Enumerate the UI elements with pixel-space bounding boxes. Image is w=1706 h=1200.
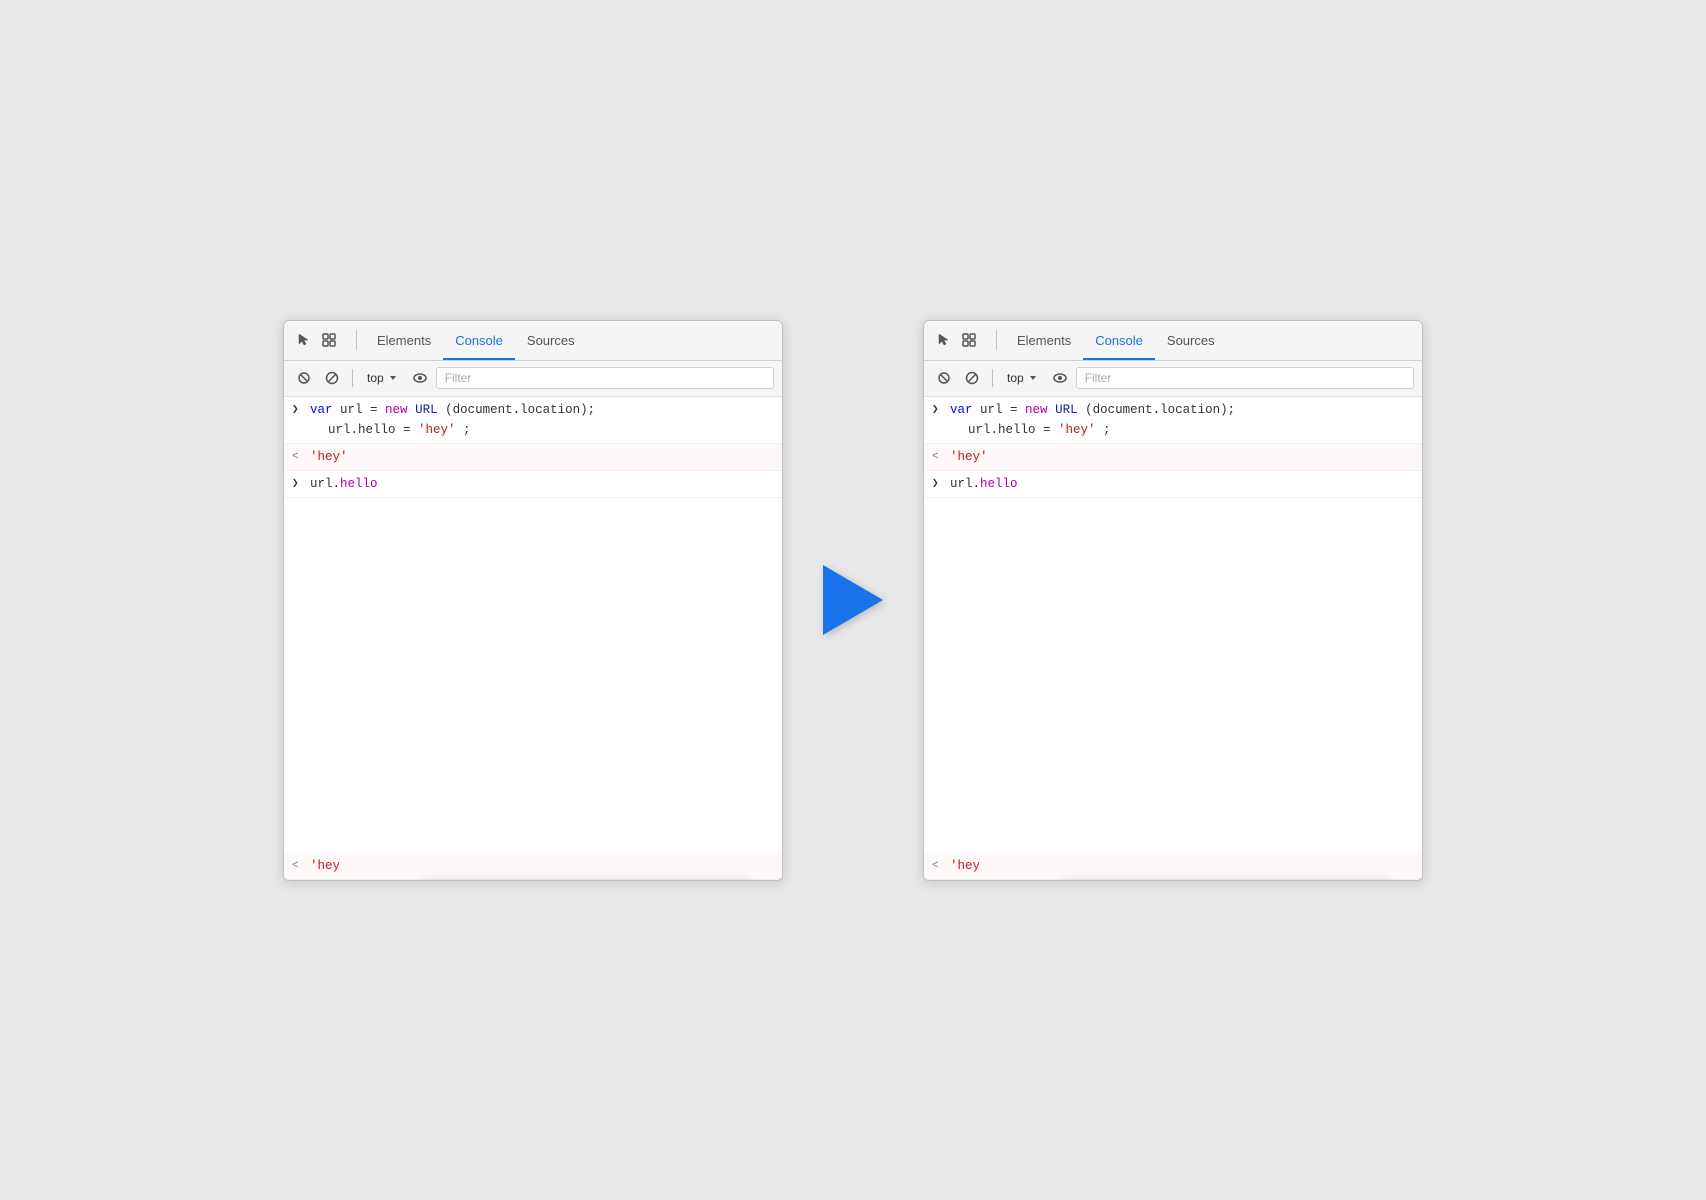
arrow-left-r2: < (932, 858, 944, 876)
console-line-r2: < 'hey' (924, 444, 1422, 471)
code-4: 'hey (310, 856, 774, 876)
console-line-1: ❯ var url = new URL (document.location);… (284, 397, 782, 444)
code-r1: var url = new URL (document.location); u… (950, 400, 1414, 440)
code-r2: 'hey' (950, 447, 1414, 467)
code-r3: url.hello (950, 474, 1414, 494)
arrow-right-r1: ❯ (932, 402, 944, 420)
clear-console-btn[interactable] (292, 366, 316, 390)
cursor-icon-right[interactable] (932, 329, 954, 351)
toolbar-divider-right (992, 369, 993, 387)
right-devtools-panel: Elements Console Sources (923, 320, 1423, 881)
block-icon-left[interactable] (320, 366, 344, 390)
block-icon-right[interactable] (960, 366, 984, 390)
arrow-left-r1: < (932, 449, 944, 467)
clear-console-btn-right[interactable] (932, 366, 956, 390)
console-line-3: ❯ url.hello (284, 471, 782, 498)
toolbar-divider-left (352, 369, 353, 387)
code-r4: 'hey (950, 856, 1414, 876)
tab-console-left[interactable]: Console (443, 320, 515, 360)
console-line-r4: < 'hey (924, 853, 1422, 880)
arrow-connector (823, 565, 883, 635)
console-line-4: < 'hey (284, 853, 782, 880)
toolbar-right: top Filter (924, 361, 1422, 397)
code-3: url.hello (310, 474, 774, 494)
console-line-2: < 'hey' (284, 444, 782, 471)
right-arrow-shape (823, 565, 883, 635)
tabs-bar-left: Elements Console Sources (284, 321, 782, 361)
inspect-icon-right[interactable] (958, 329, 980, 351)
toolbar-left: top Filter (284, 361, 782, 397)
console-line-r1: ❯ var url = new URL (document.location);… (924, 397, 1422, 444)
tab-sources-left[interactable]: Sources (515, 320, 587, 360)
tab-sources-right[interactable]: Sources (1155, 320, 1227, 360)
code-2: 'hey' (310, 447, 774, 467)
filter-input-left[interactable]: Filter (436, 367, 774, 389)
inspect-icon[interactable] (318, 329, 340, 351)
tab-elements-right[interactable]: Elements (1005, 320, 1083, 360)
left-devtools-panel: Elements Console Sources (283, 320, 783, 881)
console-line-r3: ❯ url.hello (924, 471, 1422, 498)
context-selector-right[interactable]: top (1001, 369, 1044, 387)
context-selector-left[interactable]: top (361, 369, 404, 387)
arrow-right-r2: ❯ (932, 476, 944, 494)
code-1: var url = new URL (document.location); u… (310, 400, 774, 440)
console-content-left: ❯ var url = new URL (document.location);… (284, 397, 782, 880)
eye-icon-left[interactable] (408, 366, 432, 390)
autocomplete-dropdown-right[interactable]: hello hash host hostname href origin pas… (1060, 880, 1390, 881)
eye-icon-right[interactable] (1048, 366, 1072, 390)
arrow-right-1: ❯ (292, 402, 304, 420)
tabs-bar-right: Elements Console Sources (924, 321, 1422, 361)
autocomplete-wrapper-left: ❯ url.hello hello __defineGetter__ __def… (284, 471, 782, 880)
autocomplete-dropdown-left[interactable]: hello __defineGetter__ __defineSetter__ … (420, 880, 750, 881)
filter-input-right[interactable]: Filter (1076, 367, 1414, 389)
arrow-left-1: < (292, 449, 304, 467)
arrow-right-2: ❯ (292, 476, 304, 494)
console-content-right: ❯ var url = new URL (document.location);… (924, 397, 1422, 880)
tab-divider (356, 330, 357, 350)
tab-elements-left[interactable]: Elements (365, 320, 443, 360)
tab-console-right[interactable]: Console (1083, 320, 1155, 360)
cursor-icon[interactable] (292, 329, 314, 351)
arrow-left-2: < (292, 858, 304, 876)
tab-icon-group-right (932, 329, 980, 351)
autocomplete-wrapper-right: ❯ url.hello hello hash host hostname hre… (924, 471, 1422, 880)
tab-icon-group (292, 329, 340, 351)
tab-divider-right (996, 330, 997, 350)
